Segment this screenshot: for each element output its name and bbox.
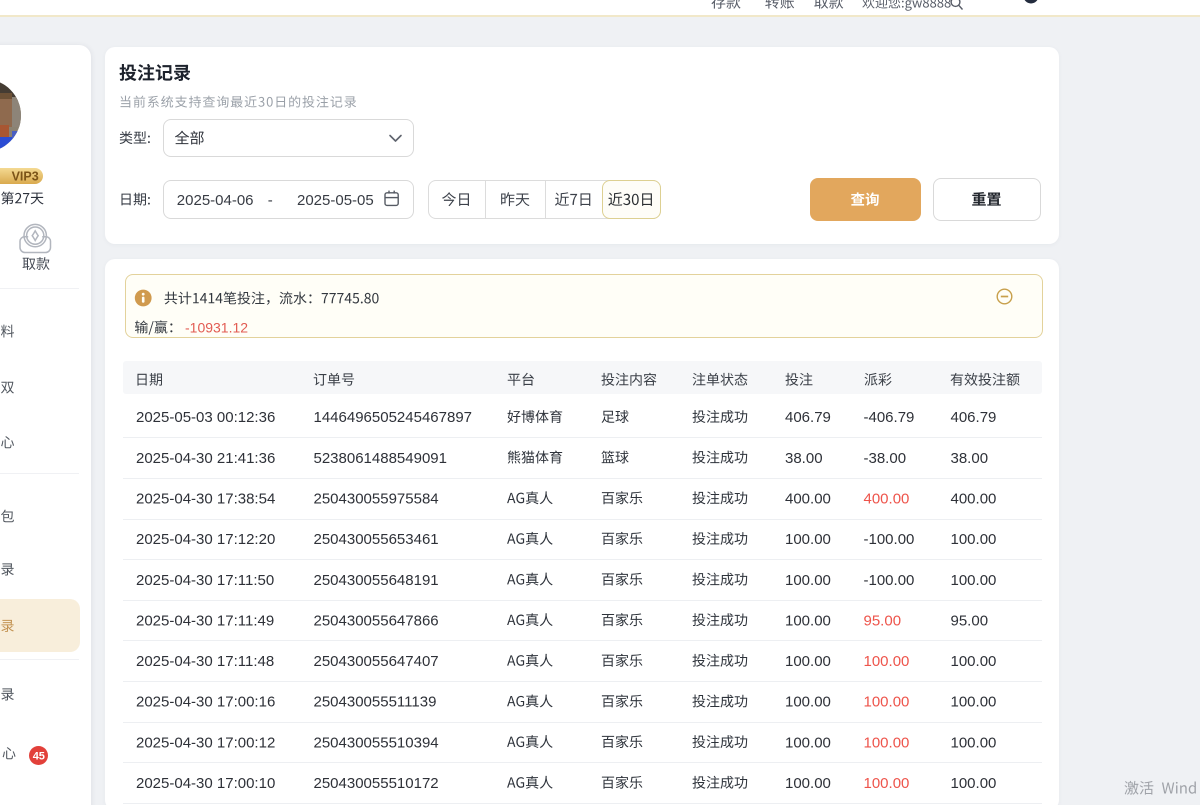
- svg-text:38.00: 38.00: [785, 450, 823, 467]
- svg-text:250430055510394: 250430055510394: [314, 734, 439, 751]
- svg-text:100.00: 100.00: [785, 653, 831, 670]
- svg-text:100.00: 100.00: [951, 572, 997, 589]
- svg-text:100.00: 100.00: [951, 734, 997, 751]
- svg-text:-100.00: -100.00: [864, 572, 915, 589]
- svg-text:250430055510172: 250430055510172: [314, 775, 439, 792]
- svg-text:2025-04-30 21:41:36: 2025-04-30 21:41:36: [136, 450, 275, 467]
- svg-text:-10931.12: -10931.12: [185, 320, 248, 336]
- svg-text:45: 45: [33, 751, 45, 763]
- svg-text:100.00: 100.00: [951, 531, 997, 548]
- svg-text:2025-04-30 17:00:10: 2025-04-30 17:00:10: [136, 775, 275, 792]
- svg-text:100.00: 100.00: [785, 775, 831, 792]
- svg-text:100.00: 100.00: [785, 734, 831, 751]
- svg-text:250430055511139: 250430055511139: [314, 694, 437, 711]
- svg-text:250430055648191: 250430055648191: [314, 572, 439, 589]
- svg-text:2025-04-30 17:00:16: 2025-04-30 17:00:16: [136, 694, 275, 711]
- svg-text:-38.00: -38.00: [864, 450, 907, 467]
- svg-text:2025-04-30 17:11:48: 2025-04-30 17:11:48: [136, 653, 274, 670]
- svg-text:2025-04-30 17:11:50: 2025-04-30 17:11:50: [136, 572, 274, 589]
- svg-text:100.00: 100.00: [864, 775, 910, 792]
- svg-text:2025-05-03 00:12:36: 2025-05-03 00:12:36: [136, 409, 275, 426]
- svg-text:100.00: 100.00: [951, 653, 997, 670]
- svg-text:250430055647407: 250430055647407: [314, 653, 439, 670]
- svg-text:2025-04-30 17:11:49: 2025-04-30 17:11:49: [136, 612, 274, 629]
- svg-text:400.00: 400.00: [864, 490, 910, 507]
- svg-text:2025-04-06: 2025-04-06: [177, 192, 254, 209]
- svg-text:406.79: 406.79: [951, 409, 997, 426]
- svg-text:VIP3: VIP3: [12, 169, 39, 183]
- svg-text:5238061488549091: 5238061488549091: [314, 450, 447, 467]
- svg-text:1446496505245467897: 1446496505245467897: [314, 409, 473, 426]
- svg-text:406.79: 406.79: [785, 409, 831, 426]
- svg-text:100.00: 100.00: [785, 572, 831, 589]
- svg-text:-406.79: -406.79: [864, 409, 915, 426]
- svg-text:400.00: 400.00: [951, 490, 997, 507]
- svg-text:38.00: 38.00: [951, 450, 989, 467]
- svg-text:100.00: 100.00: [785, 531, 831, 548]
- svg-text:2025-04-30 17:00:12: 2025-04-30 17:00:12: [136, 734, 275, 751]
- svg-text:2025-05-05: 2025-05-05: [297, 192, 374, 209]
- svg-text:2025-04-30 17:38:54: 2025-04-30 17:38:54: [136, 490, 275, 507]
- svg-text:95.00: 95.00: [864, 612, 902, 629]
- svg-text:100.00: 100.00: [785, 612, 831, 629]
- svg-text:400.00: 400.00: [785, 490, 831, 507]
- svg-text:100.00: 100.00: [864, 734, 910, 751]
- svg-text:2025-04-30 17:12:20: 2025-04-30 17:12:20: [136, 531, 275, 548]
- svg-text:-100.00: -100.00: [864, 531, 915, 548]
- svg-text:95.00: 95.00: [951, 612, 989, 629]
- svg-text:100.00: 100.00: [785, 694, 831, 711]
- svg-text:-: -: [268, 192, 273, 209]
- svg-text:250430055653461: 250430055653461: [314, 531, 439, 548]
- svg-text:250430055647866: 250430055647866: [314, 612, 439, 629]
- svg-text:100.00: 100.00: [951, 775, 997, 792]
- svg-text:250430055975584: 250430055975584: [314, 490, 439, 507]
- svg-text:100.00: 100.00: [864, 653, 910, 670]
- svg-text:100.00: 100.00: [864, 694, 910, 711]
- svg-text:100.00: 100.00: [951, 694, 997, 711]
